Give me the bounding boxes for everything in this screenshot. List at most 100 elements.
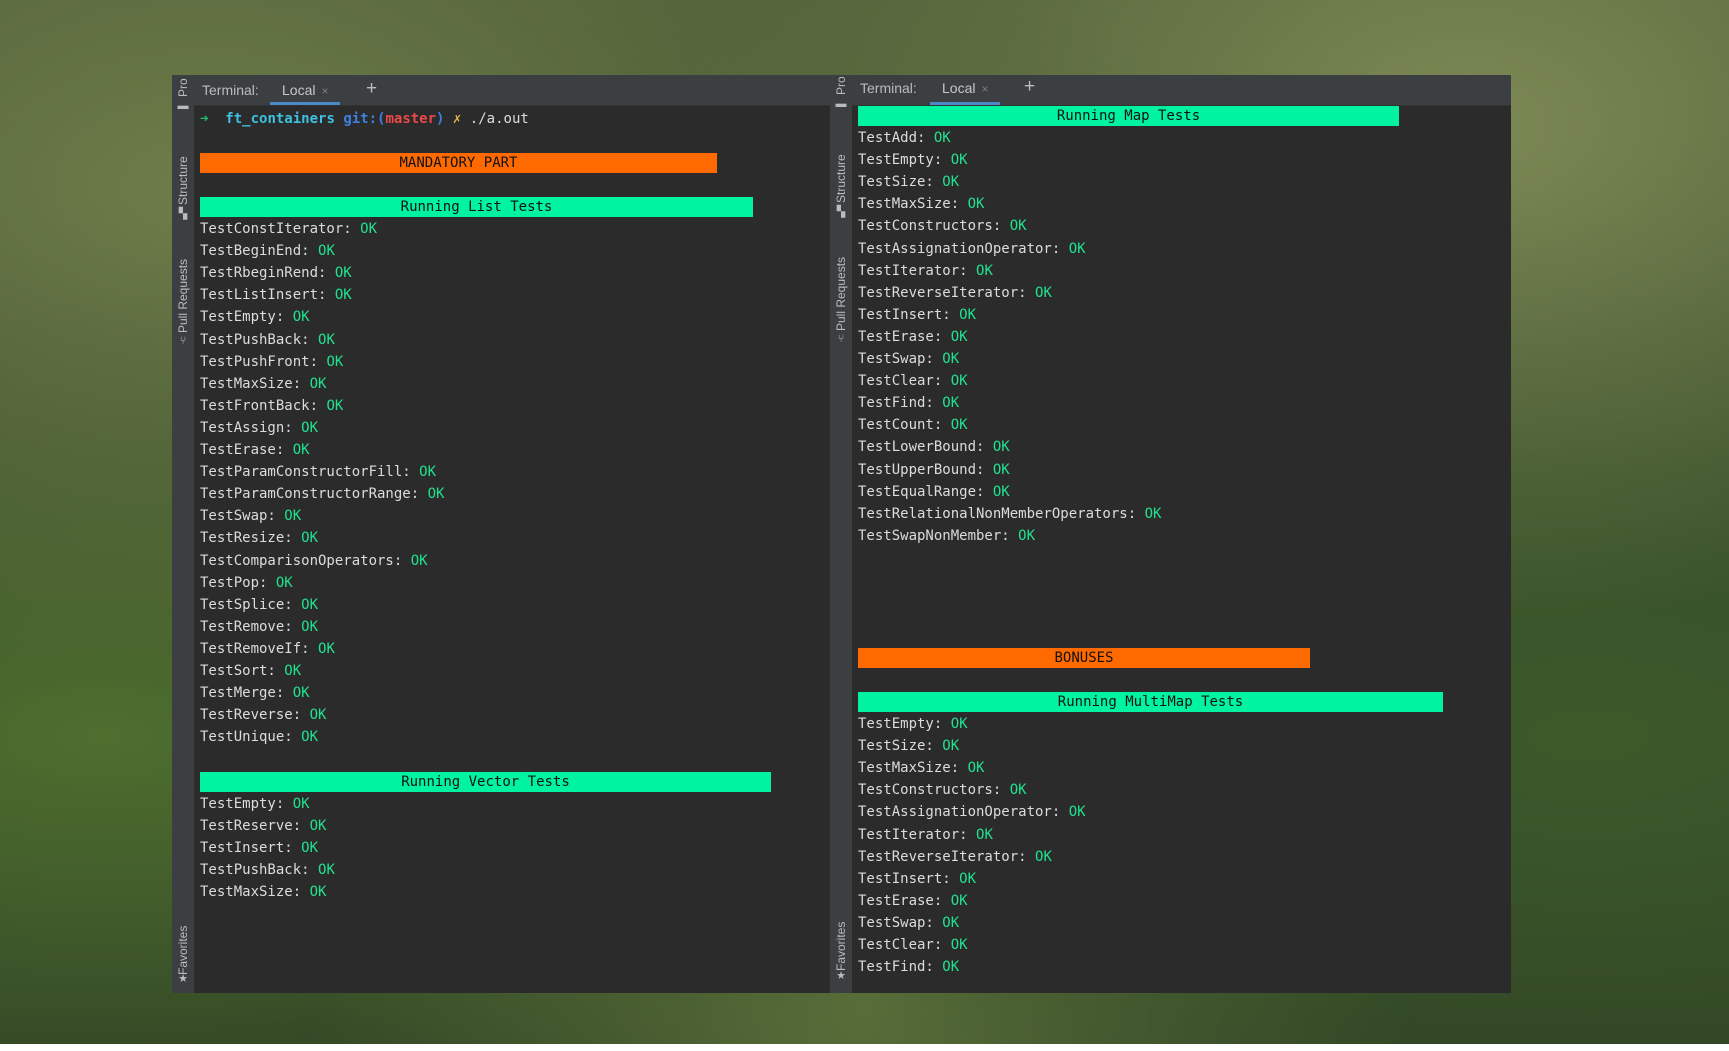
test-name: TestFind: (858, 395, 934, 412)
test-result-line: TestSwap: OK (200, 506, 301, 526)
test-name: TestAssignationOperator: (858, 804, 1061, 821)
test-status: OK (967, 196, 985, 213)
sidebar-structure-label[interactable]: Structure (832, 131, 850, 203)
test-name: TestRemove: (200, 618, 293, 635)
test-name: TestMaxSize: (200, 884, 302, 901)
test-name: TestReverseIterator: (858, 848, 1027, 865)
test-result-line: TestEmpty: OK (858, 150, 968, 170)
prompt-command: ./a.out (469, 111, 529, 127)
test-name: TestErase: (858, 328, 943, 345)
terminal-output[interactable]: ➜ ft_containers git:(master) ✗ ./a.out M… (194, 106, 830, 993)
test-status: OK (950, 152, 968, 169)
add-tab-button[interactable]: + (366, 78, 377, 100)
test-name: TestEmpty: (858, 152, 943, 169)
test-name: TestInsert: (858, 306, 951, 323)
sidebar-structure-label[interactable]: Structure (174, 133, 192, 205)
sidebar-pull-requests-label[interactable]: Pull Requests (832, 233, 850, 331)
test-result-line: TestIterator: OK (858, 825, 993, 845)
test-name: TestFind: (858, 959, 934, 976)
terminal-title: Terminal: (202, 82, 259, 98)
test-status: OK (292, 442, 310, 458)
test-name: TestMerge: (200, 685, 285, 702)
test-status: OK (309, 884, 327, 901)
test-name: TestAdd: (858, 130, 926, 146)
test-status: OK (942, 738, 960, 755)
terminal-output[interactable]: Running Map Tests TestAdd: OK TestEmpty: … (852, 106, 1511, 993)
map-tests-banner: Running Map Tests (858, 106, 1399, 126)
test-result-line: TestIterator: OK (858, 261, 993, 281)
star-icon[interactable]: ★ (835, 970, 847, 982)
test-name: TestPop: (200, 574, 268, 591)
test-name: TestMaxSize: (858, 760, 960, 777)
star-icon[interactable]: ★ (177, 973, 189, 985)
test-status: OK (318, 331, 335, 348)
test-result-line: TestErase: OK (858, 891, 968, 911)
test-name: TestPushBack: (200, 862, 310, 879)
test-result-line: TestAssignationOperator: OK (858, 239, 1086, 259)
structure-icon[interactable]: ▚ (835, 206, 847, 218)
test-status: OK (950, 716, 968, 732)
test-status: OK (942, 959, 960, 976)
test-name: TestErase: (200, 442, 285, 458)
close-icon[interactable]: × (981, 82, 988, 96)
test-status: OK (967, 760, 985, 777)
sidebar-project-label[interactable]: Pro (174, 77, 192, 97)
test-name: TestRbeginRend: (200, 265, 327, 282)
structure-icon[interactable]: ▚ (177, 208, 189, 220)
terminal-tabbar: Terminal: Local × + (852, 75, 1511, 106)
test-result-line: TestResize: OK (200, 528, 318, 548)
test-name: TestClear: (858, 373, 943, 390)
test-result-line: TestMaxSize: OK (858, 194, 984, 214)
test-result-line: TestErase: OK (200, 440, 310, 460)
tool-window-sidebar: Pro ▬ Structure ▚ Pull Requests ⑂ Favori… (830, 75, 853, 993)
sidebar-favorites-label[interactable]: Favorites (174, 913, 192, 975)
test-result-line: TestInsert: OK (858, 869, 976, 889)
test-result-line: TestAssignationOperator: OK (858, 802, 1086, 822)
tab-local[interactable]: Local × (930, 75, 1001, 105)
terminal-title: Terminal: (860, 80, 917, 96)
prompt-branch: master (385, 111, 437, 127)
folder-icon[interactable]: ▬ (177, 100, 189, 112)
prompt-directory: ft_containers (225, 111, 335, 127)
test-result-line: TestPushFront: OK (200, 352, 343, 372)
test-result-line: TestSwapNonMember: OK (858, 526, 1035, 546)
sidebar-favorites-label[interactable]: Favorites (832, 909, 850, 971)
test-name: TestEmpty: (200, 796, 285, 812)
test-status: OK (284, 508, 302, 525)
test-result-line: TestParamConstructorFill: OK (200, 462, 436, 482)
test-status: OK (992, 461, 1010, 478)
test-name: TestUpperBound: (858, 461, 985, 478)
tab-local[interactable]: Local × (270, 75, 341, 105)
close-icon[interactable]: × (321, 84, 328, 98)
test-status: OK (318, 243, 335, 260)
test-status: OK (1144, 505, 1162, 522)
test-status: OK (292, 309, 310, 326)
test-result-line: TestSplice: OK (200, 595, 318, 615)
test-result-line: TestPushBack: OK (200, 330, 335, 350)
test-result-line: TestRemoveIf: OK (200, 639, 335, 659)
test-name: TestCount: (858, 417, 943, 434)
test-result-line: TestUnique: OK (200, 727, 318, 747)
add-tab-button[interactable]: + (1024, 76, 1035, 98)
test-status: OK (301, 596, 319, 613)
test-status: OK (950, 417, 968, 434)
test-result-line: TestInsert: OK (200, 838, 318, 858)
sidebar-project-label[interactable]: Pro (832, 75, 850, 95)
test-result-line: TestAssign: OK (200, 418, 318, 438)
test-name: TestSplice: (200, 596, 293, 613)
test-name: TestConstructors: (858, 782, 1002, 799)
folder-icon[interactable]: ▬ (835, 98, 847, 110)
vector-tests-banner: Running Vector Tests (200, 772, 771, 792)
test-result-line: TestEmpty: OK (858, 714, 968, 734)
sidebar-pull-requests-label[interactable]: Pull Requests (174, 235, 192, 333)
test-status: OK (950, 937, 968, 953)
test-status: OK (419, 464, 437, 481)
pull-request-icon[interactable]: ⑂ (835, 333, 847, 345)
prompt-arrow-icon: ➜ (200, 111, 209, 127)
test-status: OK (292, 796, 310, 812)
test-result-line: TestClear: OK (858, 371, 968, 391)
list-tests-banner: Running List Tests (200, 197, 753, 217)
test-result-line: TestCount: OK (858, 415, 968, 435)
test-status: OK (950, 328, 968, 345)
pull-request-icon[interactable]: ⑂ (177, 335, 189, 347)
